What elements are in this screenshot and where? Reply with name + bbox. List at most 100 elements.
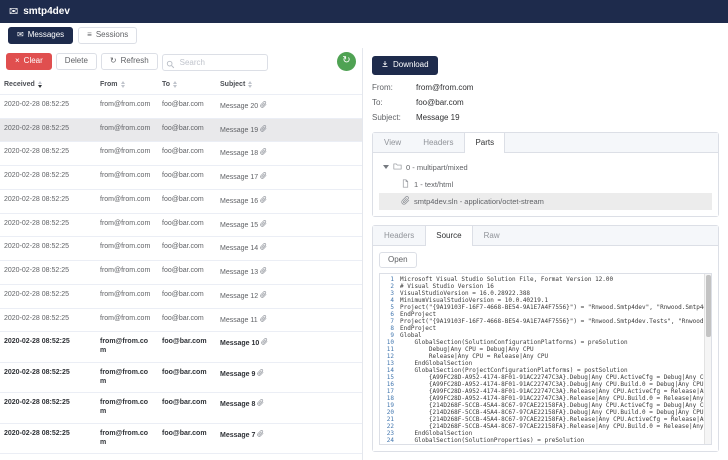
message-list-panel: × Clear Delete ↻ Refresh ↻ Receiv	[0, 48, 362, 460]
refresh-button[interactable]: ↻ Refresh	[100, 52, 158, 70]
cell-received: 2020-02-28 08:52:25	[4, 314, 69, 322]
cell-received: 2020-02-28 08:52:25	[4, 429, 70, 437]
app-logo[interactable]: ✉ smtp4dev	[9, 5, 70, 18]
table-row[interactable]: 2020-02-28 08:52:25 from@from.com foo@ba…	[0, 142, 362, 167]
download-button[interactable]: Download	[372, 55, 438, 75]
table-row[interactable]: 2020-02-28 08:52:25 from@from.com foo@ba…	[0, 237, 362, 262]
paperclip-icon	[260, 219, 267, 229]
tab-part-headers[interactable]: Headers	[373, 226, 425, 245]
cell-from: from@from.com	[100, 219, 151, 227]
envelope-icon: ✉	[17, 30, 24, 40]
cell-subject: Message 8	[216, 393, 362, 423]
line-numbers: 1234567891011121314151617181920212223242…	[386, 276, 394, 445]
cell-from: from@from.com	[100, 429, 149, 446]
cell-received: 2020-02-28 08:52:25	[4, 368, 70, 376]
column-header-to[interactable]: To	[158, 75, 216, 94]
table-row[interactable]: 2020-02-28 08:52:25 from@from.com foo@ba…	[0, 190, 362, 214]
paperclip-icon	[260, 290, 267, 300]
app-title: smtp4dev	[23, 6, 70, 17]
detail-tabs: View Headers Parts 0 - multipart/mixed 1…	[372, 131, 719, 217]
file-icon	[401, 179, 410, 190]
paperclip-icon	[260, 124, 267, 134]
search-box	[161, 52, 268, 74]
paperclip-icon	[260, 172, 267, 181]
table-row[interactable]: 2020-02-28 08:52:25 from@from.com foo@ba…	[0, 393, 362, 424]
cell-received: 2020-02-28 08:52:25	[4, 219, 69, 227]
cell-to: foo@bar.com	[162, 338, 207, 346]
main-tab-strip: ✉ Messages ≡ Sessions	[0, 23, 728, 48]
cell-received: 2020-02-28 08:52:25	[4, 290, 69, 298]
table-row[interactable]: 2020-02-28 08:52:25 from@from.com foo@ba…	[0, 309, 362, 333]
source-view: Open 1 2 3 4 5 6 7 8 9 10 11 12 13 14 15 16 17 18 19 20 21 22…	[373, 245, 718, 451]
source-code-lines: Microsoft Visual Studio Solution File, F…	[400, 276, 711, 444]
tab-part-source[interactable]: Source	[425, 225, 473, 246]
refresh-icon: ↻	[342, 55, 351, 67]
cell-from: from@from.com	[100, 172, 151, 180]
paperclip-icon	[401, 195, 410, 207]
paperclip-icon	[257, 368, 264, 378]
from-label: From:	[372, 82, 393, 92]
table-row[interactable]: 2020-02-28 08:52:25 from@from.com foo@ba…	[0, 118, 362, 143]
message-list: 2020-02-28 08:52:25 from@from.com foo@ba…	[0, 95, 362, 460]
table-row[interactable]: 2020-02-28 08:52:25 from@from.com foo@ba…	[0, 166, 362, 190]
scrollbar-thumb[interactable]	[706, 275, 711, 338]
source-code-viewer[interactable]: 1234567891011121314151617181920212223242…	[379, 273, 712, 445]
tab-view[interactable]: View	[373, 133, 412, 152]
tab-messages[interactable]: ✉ Messages	[8, 27, 74, 44]
tree-node-multipart[interactable]: 0 - multipart/mixed	[379, 159, 712, 176]
tab-parts[interactable]: Parts	[464, 132, 506, 153]
cell-received: 2020-02-28 08:52:25	[4, 399, 70, 407]
cell-subject: Message 10	[216, 332, 362, 362]
delete-button[interactable]: Delete	[55, 52, 97, 70]
cell-from: from@from.com	[100, 399, 149, 416]
cell-subject: Message 17	[216, 166, 362, 189]
tab-headers[interactable]: Headers	[412, 133, 464, 152]
refresh-icon: ↻	[109, 56, 117, 66]
tab-part-raw[interactable]: Raw	[473, 226, 511, 245]
tree-node-attachment[interactable]: smtp4dev.sln - application/octet-stream	[379, 192, 712, 210]
cell-from: from@from.com	[100, 124, 151, 132]
table-row[interactable]: 2020-02-28 08:52:25 from@from.com foo@ba…	[0, 95, 362, 119]
column-header-received[interactable]: Received	[0, 75, 96, 94]
table-row[interactable]: 2020-02-28 08:52:25 from@from.com foo@ba…	[0, 285, 362, 309]
tab-sessions[interactable]: ≡ Sessions	[78, 27, 138, 44]
table-row[interactable]: 2020-02-28 08:52:25 from@from.com foo@ba…	[0, 261, 362, 285]
cell-to: foo@bar.com	[162, 100, 204, 108]
cell-from: from@from.com	[100, 195, 151, 203]
paperclip-icon	[261, 338, 268, 347]
table-row[interactable]: 2020-02-28 08:52:25 from@from.com foo@ba…	[0, 424, 362, 455]
paperclip-icon	[257, 399, 264, 408]
cell-subject: Message 16	[216, 190, 362, 213]
cell-received: 2020-02-28 08:52:25	[4, 124, 69, 132]
column-header-from[interactable]: From	[96, 75, 158, 94]
clear-button[interactable]: × Clear	[6, 52, 52, 70]
cell-subject: Message 18	[216, 142, 362, 165]
paperclip-icon	[257, 429, 264, 439]
cell-from: from@from.com	[100, 314, 151, 322]
tree-node-label: 1 - text/html	[414, 179, 454, 189]
refresh-label: Refresh	[120, 55, 149, 65]
cell-received: 2020-02-28 08:52:25	[4, 148, 69, 156]
message-toolbar: × Clear Delete ↻ Refresh ↻	[0, 48, 362, 75]
vertical-scrollbar[interactable]	[704, 274, 711, 444]
column-label: To	[162, 80, 171, 88]
cell-received: 2020-02-28 08:52:25	[4, 243, 69, 251]
navbar: ✉ smtp4dev	[0, 0, 728, 23]
search-icon	[166, 56, 175, 74]
cell-from: from@from.com	[100, 267, 151, 275]
part-tabs: Headers Source Raw Open 1 2 3 4 5 6 7 8 9 10 11 12 1…	[372, 224, 719, 452]
tree-node-texthtml[interactable]: 1 - text/html	[379, 176, 712, 193]
cell-from: from@from.com	[100, 338, 149, 355]
table-row[interactable]: 2020-02-28 08:52:25 from@from.com foo@ba…	[0, 214, 362, 238]
column-header-subject[interactable]: Subject	[216, 75, 362, 94]
table-row[interactable]: 2020-02-28 08:52:25 from@from.com foo@ba…	[0, 363, 362, 394]
cell-to: foo@bar.com	[162, 243, 204, 251]
auto-refresh-toggle[interactable]: ↻	[337, 51, 356, 71]
paperclip-icon	[260, 148, 267, 157]
detail-tab-header: View Headers Parts	[373, 132, 718, 153]
paperclip-icon	[260, 267, 267, 276]
open-button[interactable]: Open	[379, 251, 417, 269]
table-row[interactable]: 2020-02-28 08:52:25 from@from.com foo@ba…	[0, 332, 362, 363]
search-input[interactable]	[161, 53, 268, 71]
cell-from: from@from.com	[100, 290, 151, 298]
